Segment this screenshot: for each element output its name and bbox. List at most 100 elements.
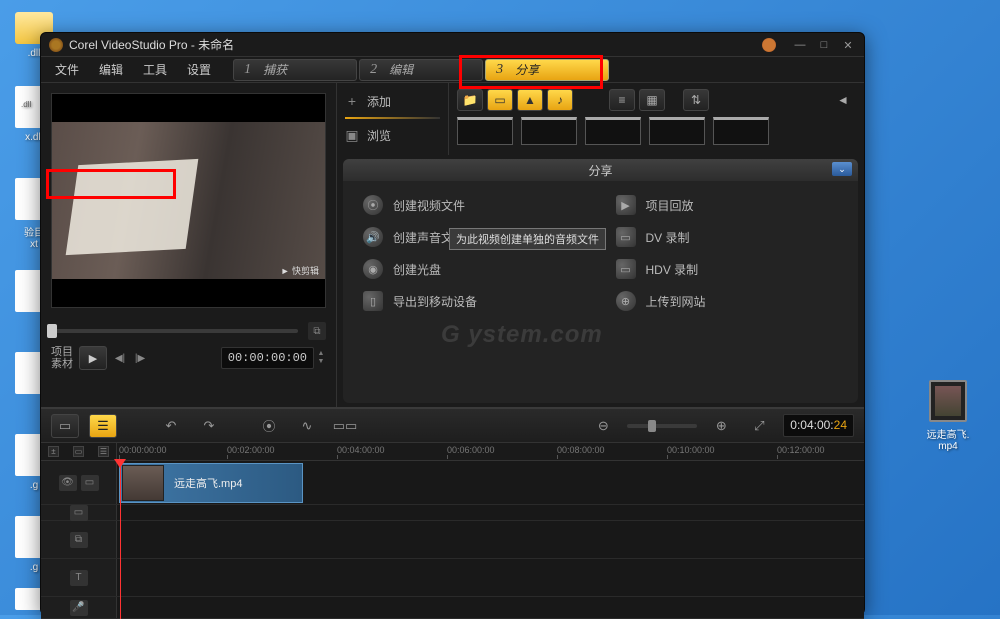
menu-edit[interactable]: 编辑 (89, 57, 133, 83)
storyboard-view-button[interactable]: ▭ (51, 414, 79, 438)
track-area[interactable] (117, 559, 864, 596)
lib-thumb[interactable] (457, 117, 513, 145)
timecode-spinner[interactable]: ▲▼ (316, 350, 326, 366)
prev-frame-button[interactable]: ◀| (111, 348, 129, 368)
menu-file[interactable]: 文件 (45, 57, 89, 83)
fit-button[interactable]: ⤢ (745, 414, 773, 438)
voice-track: 🎤 (41, 597, 864, 619)
app-logo-icon (49, 38, 63, 52)
next-frame-button[interactable]: |▶ (131, 348, 149, 368)
minimize-button[interactable]: — (792, 39, 808, 51)
clip-label: 素材 (51, 358, 73, 370)
sort-button[interactable]: ⇅ (683, 89, 709, 111)
timeline-view-button[interactable]: ☰ (89, 414, 117, 438)
video-clip[interactable]: 远走高飞.mp4 (119, 463, 303, 503)
zoom-out-button[interactable]: ⊖ (589, 414, 617, 438)
library-add[interactable]: +添加 (345, 89, 440, 113)
library-thumbnails (457, 117, 856, 145)
share-project-playback[interactable]: ▶ 项目回放 (616, 195, 839, 215)
track-area[interactable]: 远走高飞.mp4 (117, 461, 864, 504)
ruler-btn[interactable]: ☰ (98, 446, 109, 457)
library-browse[interactable]: ▣浏览 (345, 123, 440, 147)
lib-thumb[interactable] (585, 117, 641, 145)
share-dv-record[interactable]: ▭ DV 录制 (616, 227, 839, 247)
ruler-btn[interactable]: ▭ (73, 446, 84, 457)
overlay-track-1: ▭ (41, 505, 864, 521)
batch-button[interactable]: ▭▭ (331, 414, 359, 438)
video-track-icon: ▭ (81, 475, 99, 491)
view-list[interactable]: ≡ (609, 89, 635, 111)
title-track: T (41, 559, 864, 597)
lib-thumb[interactable] (521, 117, 577, 145)
overlay-track-icon: ⧉ (70, 532, 88, 548)
step-share[interactable]: 3分享 (485, 59, 609, 81)
cat-audio[interactable]: ♪ (547, 89, 573, 111)
step-edit[interactable]: 2编辑 (359, 59, 483, 81)
cat-folder[interactable]: 📁 (457, 89, 483, 111)
timeline-ruler[interactable]: ± ▭ ☰ 00:00:00:00 00:02:00:00 00:04:00:0… (41, 443, 864, 461)
scrub-handle[interactable] (47, 324, 57, 338)
workflow-steps: 1捕获 2编辑 3分享 (233, 59, 609, 81)
playhead-line (120, 461, 121, 619)
mobile-icon: ▯ (363, 291, 383, 311)
lib-thumb[interactable] (649, 117, 705, 145)
share-panel: 分享 ⌄ ⦿ 创建视频文件 ▶ 项目回放 🔊 创建声音文件 为此 (343, 159, 858, 403)
help-icon[interactable] (762, 38, 776, 52)
overlay-track-2: ⧉ (41, 521, 864, 559)
zoom-in-button[interactable]: ⊕ (707, 414, 735, 438)
expand-icon[interactable]: ⧉ (308, 322, 326, 340)
audio-mixer-button[interactable]: ∿ (293, 414, 321, 438)
collapse-icon[interactable]: ⌄ (832, 162, 852, 176)
close-button[interactable]: ✕ (840, 39, 856, 51)
disc-icon: ◉ (363, 259, 383, 279)
replay-icon: ▶ (616, 195, 636, 215)
preview-panel: ► 快剪辑 ⧉ 项目 素材 ▶ ◀| |▶ 00:00:00:00 ▲▼ (41, 83, 336, 407)
project-label: 项目 (51, 346, 73, 358)
preview-viewport[interactable]: ► 快剪辑 (51, 93, 326, 308)
voice-track-icon: 🎤 (70, 600, 88, 616)
step-capture[interactable]: 1捕获 (233, 59, 357, 81)
menu-settings[interactable]: 设置 (177, 57, 221, 83)
desktop-video-file[interactable]: 远走高飞. mp4 (918, 380, 978, 452)
redo-button[interactable]: ↷ (195, 414, 223, 438)
overlay-track-icon: ▭ (70, 505, 88, 521)
globe-icon: ⊕ (616, 291, 636, 311)
share-create-audio[interactable]: 🔊 创建声音文件 为此视频创建单独的音频文件 (363, 227, 586, 247)
preview-watermark: ► 快剪辑 (281, 264, 319, 277)
cat-video[interactable]: ▭ (487, 89, 513, 111)
zoom-slider[interactable] (627, 424, 697, 428)
timecode-display[interactable]: 00:00:00:00 (221, 347, 314, 369)
video-track: 👁▭ 远走高飞.mp4 (41, 461, 864, 505)
playhead-icon[interactable] (114, 459, 126, 468)
undo-button[interactable]: ↶ (157, 414, 185, 438)
clip-name: 远走高飞.mp4 (174, 475, 242, 491)
film-icon: ⦿ (363, 195, 383, 215)
lib-thumb[interactable] (713, 117, 769, 145)
share-create-video[interactable]: ⦿ 创建视频文件 (363, 195, 586, 215)
hdv-icon: ▭ (616, 259, 636, 279)
tooltip: 为此视频创建单独的音频文件 (449, 228, 606, 250)
track-area[interactable] (117, 505, 864, 520)
titlebar: Corel VideoStudio Pro - 未命名 — □ ✕ (41, 33, 864, 57)
clip-thumbnail (122, 465, 164, 501)
share-hdv-record[interactable]: ▭ HDV 录制 (616, 259, 839, 279)
videostudio-window: Corel VideoStudio Pro - 未命名 — □ ✕ 文件 编辑 … (40, 32, 865, 615)
timeline-panel: ▭ ☰ ↶ ↷ ⦿ ∿ ▭▭ ⊖ ⊕ ⤢ 0:04:00:24 ± ▭ ☰ 00… (41, 407, 864, 619)
record-button[interactable]: ⦿ (255, 414, 283, 438)
play-button[interactable]: ▶ (79, 346, 107, 370)
scrub-slider[interactable] (51, 329, 298, 333)
share-upload-web[interactable]: ⊕ 上传到网站 (616, 291, 839, 311)
menu-tools[interactable]: 工具 (133, 57, 177, 83)
share-header: 分享 ⌄ (343, 159, 858, 181)
share-export-mobile[interactable]: ▯ 导出到移动设备 (363, 291, 586, 311)
share-create-disc[interactable]: ◉ 创建光盘 (363, 259, 586, 279)
ruler-btn[interactable]: ± (48, 446, 59, 457)
icon-label: 远走高飞. mp4 (918, 426, 978, 452)
hide-icon[interactable]: ◄ (830, 89, 856, 111)
view-grid[interactable]: ▦ (639, 89, 665, 111)
track-area[interactable] (117, 521, 864, 558)
eye-icon[interactable]: 👁 (59, 475, 77, 491)
divider (345, 117, 440, 119)
maximize-button[interactable]: □ (816, 39, 832, 51)
cat-photo[interactable]: ▲ (517, 89, 543, 111)
